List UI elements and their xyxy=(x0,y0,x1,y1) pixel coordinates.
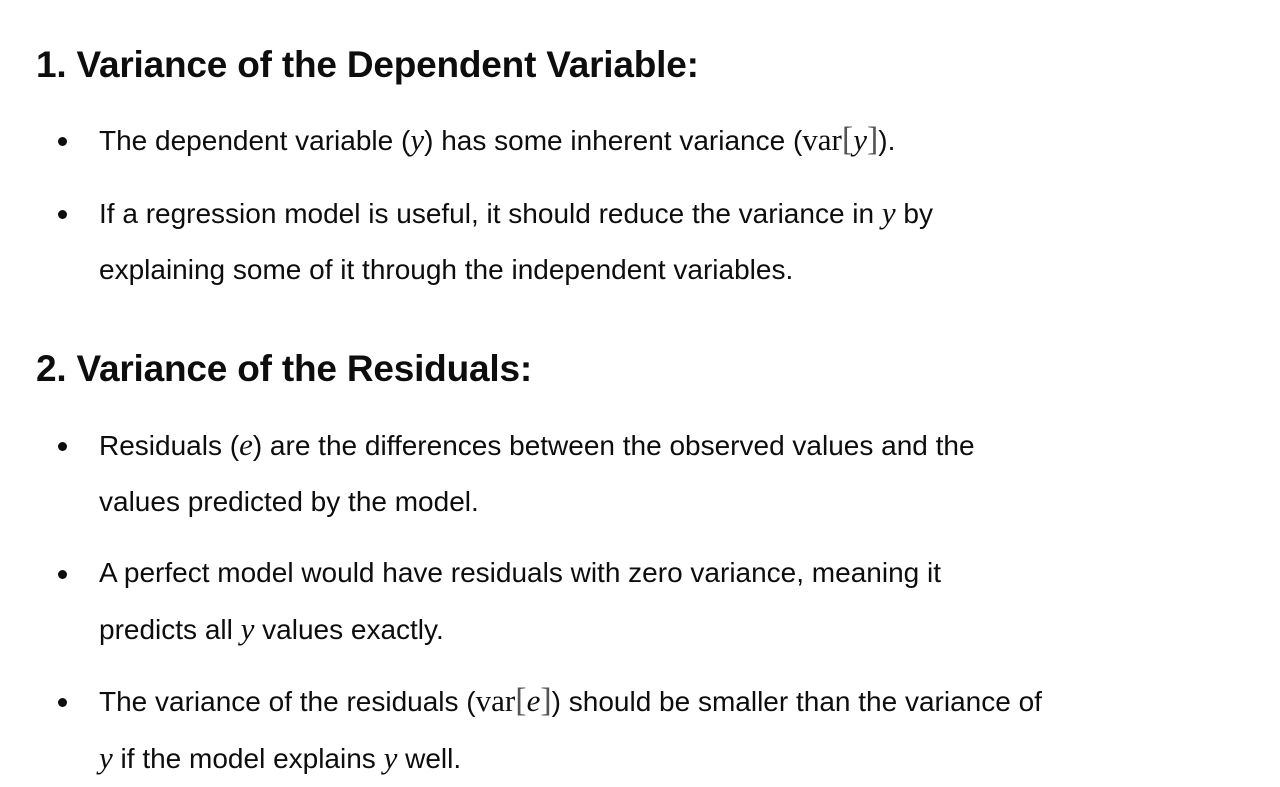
bullet-dot xyxy=(58,137,67,146)
math-bracket-close: ] xyxy=(866,121,879,158)
text: ) has some inherent variance ( xyxy=(424,125,803,156)
section-heading-variance-residuals: 2. Variance of the Residuals: xyxy=(36,348,532,389)
text: values exactly. xyxy=(254,614,444,645)
text: well. xyxy=(397,743,462,774)
math-bracket-close: ] xyxy=(540,682,552,719)
text: if the model explains xyxy=(112,743,384,774)
bullet-dot xyxy=(58,210,67,219)
math-variable: y xyxy=(410,122,425,157)
text: The variance of the residuals ( xyxy=(99,686,476,717)
math-bracket-open: [ xyxy=(515,682,527,719)
text: explaining some of it through the indepe… xyxy=(99,254,794,285)
bullet-dot xyxy=(58,570,67,579)
list-item: If a regression model is useful, it shou… xyxy=(58,185,1239,298)
text: A perfect model would have residuals wit… xyxy=(99,557,941,588)
text: ) are the differences between the observ… xyxy=(252,430,975,461)
text: If a regression model is useful, it shou… xyxy=(99,198,882,229)
math-variable: y xyxy=(853,122,867,157)
math-variable: y xyxy=(881,195,896,230)
list-item: The dependent variable (y) has some inhe… xyxy=(58,112,1239,169)
math-function: var xyxy=(475,683,516,718)
math-variable: e xyxy=(526,683,541,718)
text: ). xyxy=(878,125,896,156)
math-variable: e xyxy=(239,427,253,462)
list-item: Residuals (e) are the differences betwee… xyxy=(58,417,1239,530)
math-variable: y xyxy=(383,740,398,775)
math-variable: y xyxy=(240,611,255,646)
list-item: The variance of the residuals (var[e]) s… xyxy=(58,673,1239,787)
text: Residuals ( xyxy=(99,430,240,461)
list-item: A perfect model would have residuals wit… xyxy=(58,545,1239,658)
text: predicts all xyxy=(99,614,241,645)
bullet-dot xyxy=(58,442,67,451)
text: values predicted by the model. xyxy=(99,486,479,517)
text: by xyxy=(895,198,933,229)
math-variable: y xyxy=(99,740,113,775)
text: The dependent variable ( xyxy=(99,125,411,156)
bullet-dot xyxy=(58,698,67,707)
text: ) should be smaller than the variance of xyxy=(551,686,1042,717)
math-function: var xyxy=(802,122,842,157)
math-bracket-open: [ xyxy=(841,121,854,158)
section-heading-variance-dependent: 1. Variance of the Dependent Variable: xyxy=(36,44,699,85)
